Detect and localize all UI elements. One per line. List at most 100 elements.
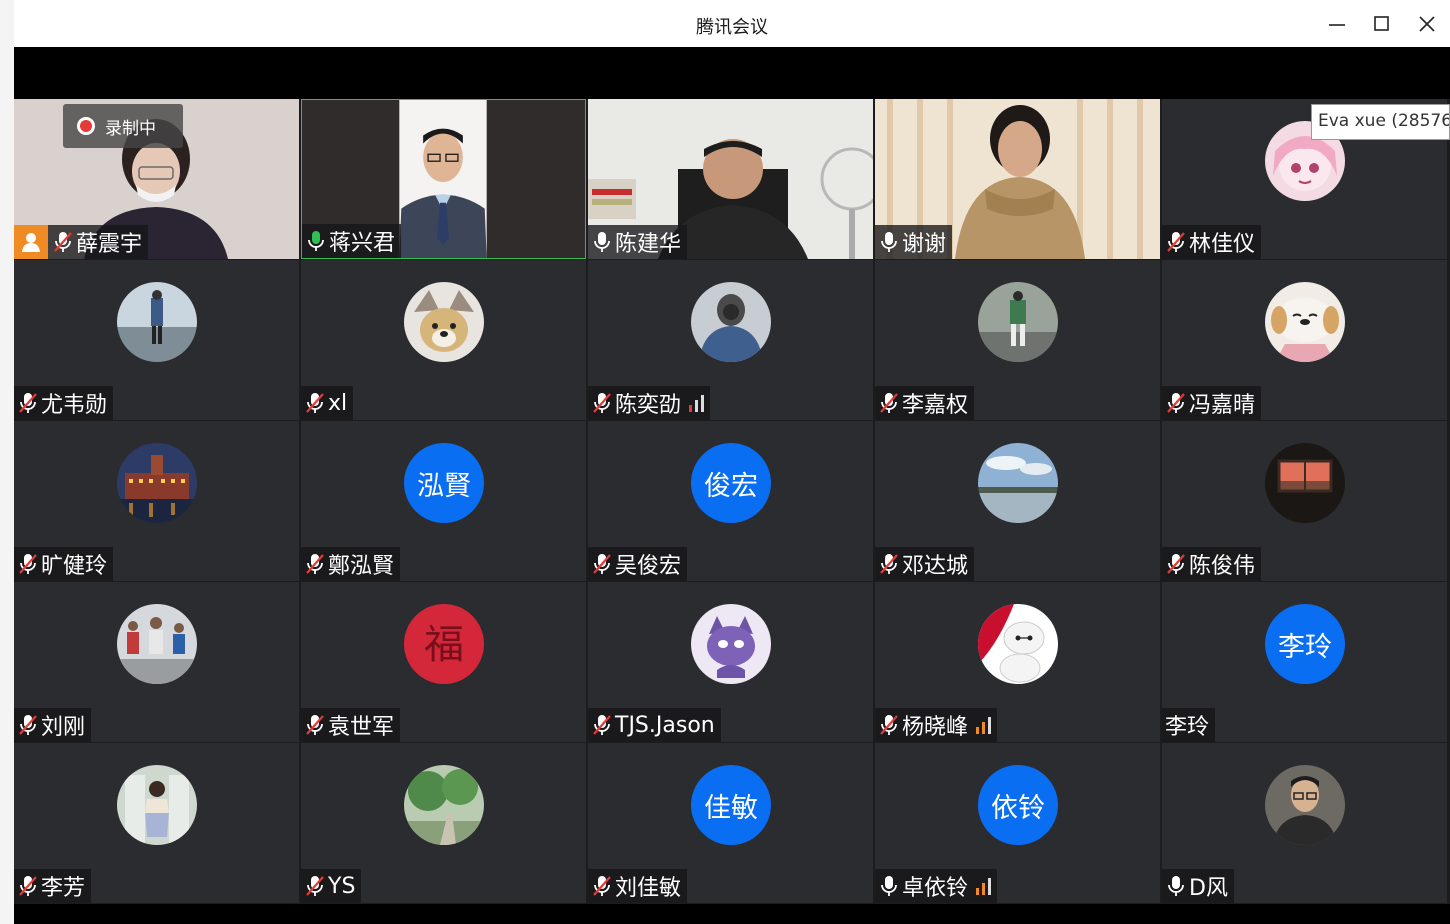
participant-nameplate: 杨晓峰 (875, 708, 998, 742)
minimize-button[interactable] (1322, 10, 1352, 38)
signal-icon (689, 394, 705, 412)
participant-tile[interactable]: 俊宏 吴俊宏 (588, 421, 873, 581)
mic-icon (591, 230, 613, 254)
left-window-edge (0, 0, 15, 924)
participant-name: 袁世军 (328, 715, 395, 740)
participant-nameplate: YS (301, 869, 362, 903)
participant-tile[interactable]: D风 (1162, 743, 1447, 903)
participant-avatar (691, 604, 771, 684)
participant-nameplate: TJS.Jason (588, 708, 721, 742)
participant-avatar (117, 765, 197, 845)
participant-tile[interactable]: 陈俊伟 (1162, 421, 1447, 581)
participant-tile[interactable]: 福袁世军 (301, 582, 586, 742)
participant-avatar (117, 604, 197, 684)
participant-avatar (117, 282, 197, 362)
recording-indicator: 录制中 (63, 104, 183, 148)
participant-name: 林佳仪 (1189, 232, 1256, 257)
participant-tile[interactable]: 泓賢 鄭泓賢 (301, 421, 586, 581)
mic-muted-icon (591, 713, 613, 737)
participant-tile[interactable]: 旷健玲 (14, 421, 299, 581)
close-button[interactable] (1412, 10, 1442, 38)
participant-tile[interactable]: 依铃卓依铃 (875, 743, 1160, 903)
participant-name: 陈奕劭 (615, 393, 682, 418)
participant-nameplate: 邓达城 (875, 547, 975, 581)
participant-avatar (117, 443, 197, 523)
participant-tile[interactable]: 陈建华 (588, 99, 873, 259)
participant-name: 蒋兴君 (329, 231, 396, 256)
participant-tile[interactable]: 邓达城 (875, 421, 1160, 581)
participant-nameplate: 刘佳敏 (588, 869, 688, 903)
participant-tile[interactable]: 尤韦勋 (14, 260, 299, 420)
participant-avatar (1265, 765, 1345, 845)
record-icon (77, 117, 95, 135)
mic-muted-icon (304, 874, 326, 898)
participant-name: 鄭泓賢 (328, 554, 395, 579)
participant-tile[interactable]: YS (301, 743, 586, 903)
mic-muted-icon (591, 391, 613, 415)
mic-muted-icon (304, 713, 326, 737)
participant-name: 吴俊宏 (615, 554, 682, 579)
participant-avatar (404, 765, 484, 845)
participant-nameplate: 李玲 (1162, 708, 1216, 742)
participant-name: TJS.Jason (615, 712, 715, 738)
mic-muted-icon (52, 230, 74, 254)
participant-nameplate: 谢谢 (875, 225, 953, 259)
participant-name: xl (328, 390, 348, 416)
participant-tile[interactable]: 录制中薛震宇 (14, 99, 299, 259)
mic-muted-icon (17, 552, 39, 576)
participant-nameplate: 刘刚 (14, 708, 92, 742)
participant-name: 陈俊伟 (1189, 554, 1256, 579)
participant-nameplate: 旷健玲 (14, 547, 114, 581)
maximize-button[interactable] (1367, 10, 1397, 38)
participant-tile[interactable]: 李芳 (14, 743, 299, 903)
participant-avatar (978, 282, 1058, 362)
mic-muted-icon (1165, 552, 1187, 576)
mic-muted-icon (878, 552, 900, 576)
participant-name: 冯嘉晴 (1189, 393, 1256, 418)
signal-icon (976, 877, 992, 895)
participant-tile[interactable]: 杨晓峰 (875, 582, 1160, 742)
participant-tooltip: Eva xue (285767 (1311, 104, 1450, 140)
participant-name: 杨晓峰 (902, 715, 969, 740)
participant-nameplate: 鄭泓賢 (301, 547, 401, 581)
participant-nameplate: 陈俊伟 (1162, 547, 1262, 581)
participant-name: 邓达城 (902, 554, 969, 579)
participant-name: 薛震宇 (76, 232, 143, 257)
participant-tile[interactable]: 陈奕劭 (588, 260, 873, 420)
participant-name: 谢谢 (902, 232, 947, 257)
mic-muted-icon (1165, 391, 1187, 415)
mic-muted-icon (17, 391, 39, 415)
participant-tile[interactable]: 李玲 李玲 (1162, 582, 1447, 742)
participant-name: 刘刚 (41, 715, 86, 740)
participant-nameplate: 卓依铃 (875, 869, 998, 903)
svg-text:福: 福 (424, 622, 464, 668)
participant-nameplate: 李芳 (14, 869, 92, 903)
participant-name: 刘佳敏 (615, 876, 682, 901)
participant-avatar: 依铃 (978, 765, 1058, 845)
participant-nameplate: 冯嘉晴 (1162, 386, 1262, 420)
participant-tile[interactable]: 谢谢 (875, 99, 1160, 259)
signal-icon (976, 716, 992, 734)
participant-nameplate: D风 (1162, 869, 1234, 903)
participant-name: 李玲 (1165, 715, 1210, 740)
mic-muted-icon (17, 713, 39, 737)
mic-icon (878, 874, 900, 898)
mic-icon (1165, 874, 1187, 898)
participant-tile[interactable]: 佳敏刘佳敏 (588, 743, 873, 903)
participant-tile[interactable]: 李嘉权 (875, 260, 1160, 420)
minimize-icon (1329, 24, 1345, 26)
participant-avatar (1265, 282, 1345, 362)
participant-avatar: 佳敏 (691, 765, 771, 845)
mic-muted-icon (304, 552, 326, 576)
participant-tile[interactable]: xl (301, 260, 586, 420)
participant-tile[interactable]: 冯嘉晴 (1162, 260, 1447, 420)
participant-name: 尤韦勋 (41, 393, 108, 418)
participant-nameplate: 吴俊宏 (588, 547, 688, 581)
participant-tile[interactable]: TJS.Jason (588, 582, 873, 742)
mic-icon (878, 230, 900, 254)
participant-name: 李嘉权 (902, 393, 969, 418)
mic-muted-icon (1165, 230, 1187, 254)
participant-tile[interactable]: 刘刚 (14, 582, 299, 742)
participant-tile[interactable]: 蒋兴君 (301, 99, 586, 259)
participant-avatar (978, 443, 1058, 523)
